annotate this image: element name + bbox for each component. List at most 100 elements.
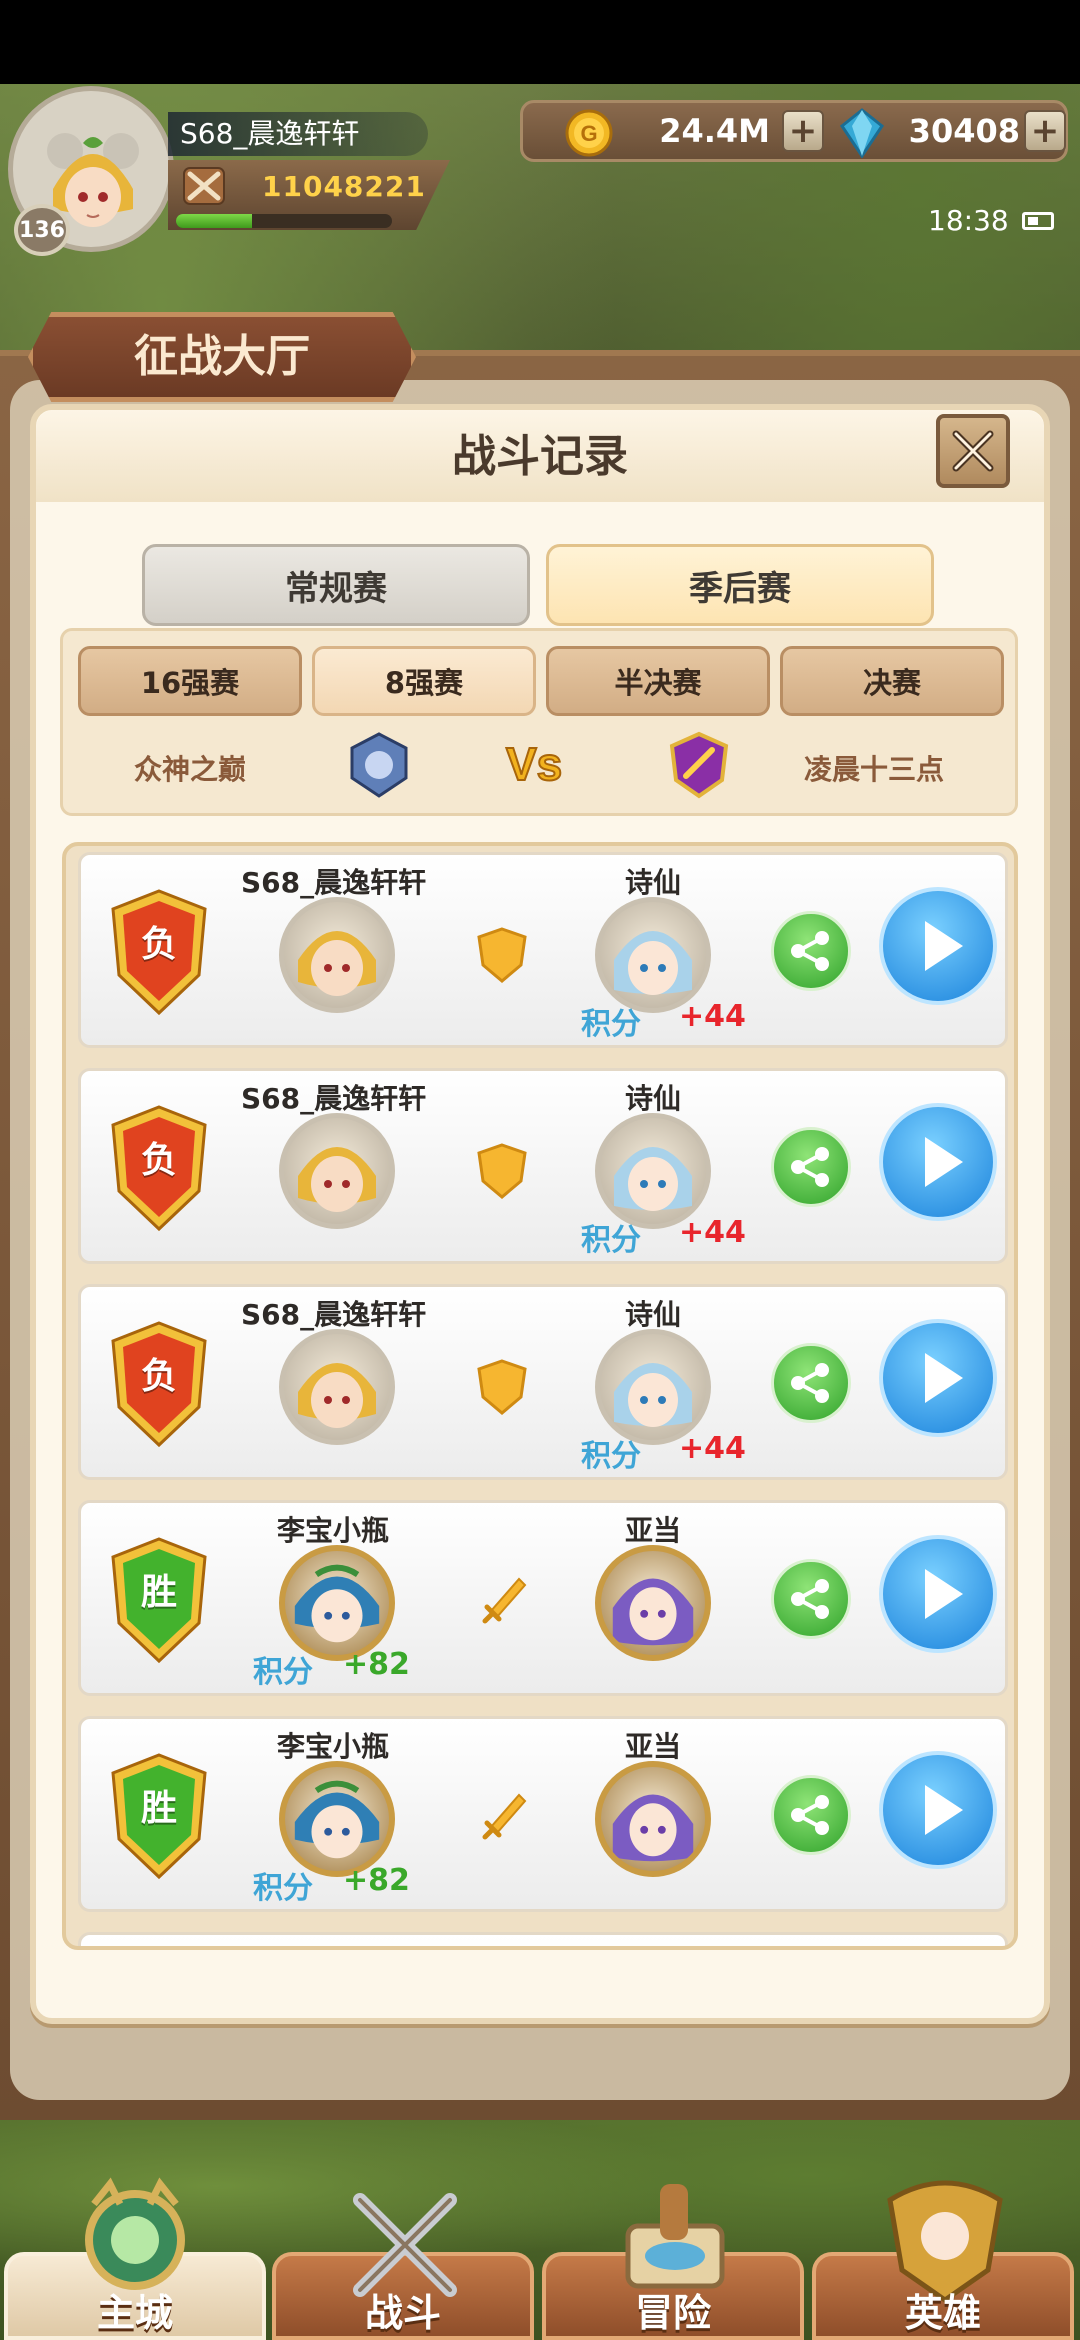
svg-text:G: G — [580, 121, 597, 146]
score-label: 积分 — [253, 1871, 313, 1906]
versus-icon: Vs — [505, 737, 563, 791]
score-value: +82 — [343, 1647, 410, 1682]
score-value: +82 — [343, 1863, 410, 1898]
result-label: 胜 — [140, 1572, 177, 1613]
share-button[interactable] — [771, 911, 851, 991]
exp-bar — [176, 214, 392, 228]
left-player-name: 李宝小瓶 — [277, 1941, 389, 1946]
opponent-portrait-icon — [614, 931, 692, 995]
gold-coin-icon: G — [565, 109, 613, 157]
play-icon — [925, 1569, 963, 1619]
left-player-name: 李宝小瓶 — [277, 1514, 390, 1547]
share-icon — [791, 1795, 829, 1835]
exp-bar-fill — [176, 214, 252, 228]
left-player-avatar[interactable] — [279, 1761, 395, 1877]
play-icon — [925, 1137, 963, 1187]
battle-record-list[interactable]: 负 S68_晨逸轩轩 诗仙 积分 +44 负 S68_晨逸轩轩 诗仙 积分 +4… — [62, 842, 1018, 1950]
share-icon — [791, 1363, 829, 1403]
right-player-avatar[interactable] — [595, 897, 711, 1013]
score-label: 积分 — [253, 1655, 313, 1690]
share-button[interactable] — [771, 1559, 851, 1639]
sword-icon — [482, 1793, 527, 1840]
add-gold-button[interactable]: + — [782, 110, 824, 152]
right-player-name: 亚当 — [625, 1730, 682, 1763]
tab-regular-season[interactable]: 常规赛 — [142, 544, 530, 626]
share-button[interactable] — [771, 1343, 851, 1423]
hall-title: 征战大厅 — [134, 331, 310, 382]
left-player-name: S68_晨逸轩轩 — [241, 866, 427, 899]
left-player-name: S68_晨逸轩轩 — [241, 1082, 427, 1115]
play-icon — [925, 1353, 963, 1403]
modal-title: 战斗记录 — [452, 431, 628, 482]
opponent-portrait-icon — [612, 1578, 694, 1646]
result-label: 负 — [140, 1140, 177, 1181]
left-team-emblem-icon — [350, 732, 408, 798]
defense-shield-icon — [477, 927, 527, 983]
sword-icon — [482, 1577, 527, 1624]
battery-icon — [1022, 212, 1054, 230]
left-player-avatar[interactable] — [279, 897, 395, 1013]
left-team-name: 众神之巅 — [134, 753, 247, 786]
right-player-name: 亚当 — [625, 1514, 682, 1547]
left-player-avatar[interactable] — [279, 1329, 395, 1445]
share-icon — [791, 931, 829, 971]
right-team-name: 凌晨十三点 — [804, 753, 945, 786]
stage-round-of-16[interactable]: 16强赛 — [78, 646, 302, 716]
nav-label-heroes: 英雄 — [904, 2291, 981, 2335]
right-player-avatar[interactable] — [595, 1761, 711, 1877]
defense-shield-icon — [477, 1359, 527, 1415]
stage-quarterfinal[interactable]: 8强赛 — [312, 646, 536, 716]
share-button[interactable] — [771, 1775, 851, 1855]
score-value: +44 — [679, 999, 746, 1034]
opponent-portrait-icon — [294, 1564, 380, 1643]
replay-button[interactable] — [879, 1103, 997, 1221]
score-label: 积分 — [581, 1439, 641, 1474]
left-player-name: 李宝小瓶 — [277, 1730, 390, 1763]
share-icon — [791, 1147, 829, 1187]
opponent-portrait-icon — [294, 1780, 380, 1859]
opponent-portrait-icon — [614, 1363, 692, 1427]
right-player-name: 亚当 — [625, 1941, 681, 1946]
left-player-avatar[interactable] — [279, 1113, 395, 1229]
left-player-avatar[interactable] — [279, 1545, 395, 1661]
right-player-avatar[interactable] — [595, 1329, 711, 1445]
replay-button[interactable] — [879, 1535, 997, 1653]
close-button[interactable] — [936, 414, 1010, 488]
tab-playoffs[interactable]: 季后赛 — [546, 544, 934, 626]
result-label: 负 — [140, 1356, 177, 1397]
right-player-avatar[interactable] — [595, 1113, 711, 1229]
share-icon — [791, 1579, 829, 1619]
result-label: 负 — [140, 924, 177, 965]
opponent-portrait-icon — [612, 1794, 694, 1862]
score-label: 积分 — [581, 1007, 641, 1042]
player-level-badge: 136 — [14, 204, 70, 256]
nav-label-battle: 战斗 — [364, 2291, 441, 2335]
nav-label-adventure: 冒险 — [634, 2291, 711, 2335]
right-player-avatar[interactable] — [595, 1545, 711, 1661]
player-portrait-icon — [298, 931, 376, 996]
right-player-name: 诗仙 — [625, 1082, 682, 1115]
share-button[interactable] — [771, 1127, 851, 1207]
battle-record-row: 胜 李宝小瓶 亚当 积分 +82 — [78, 1716, 1008, 1912]
stage-final[interactable]: 决赛 — [780, 646, 1004, 716]
battle-record-row: 李宝小瓶 亚当 — [78, 1932, 1008, 1946]
gold-amount: 24.4M — [659, 112, 770, 150]
defense-shield-icon — [477, 1143, 527, 1199]
stage-semifinal[interactable]: 半决赛 — [546, 646, 770, 716]
nav-label-city: 主城 — [96, 2291, 173, 2335]
battle-record-row: 负 S68_晨逸轩轩 诗仙 积分 +44 — [78, 1284, 1008, 1480]
result-label: 胜 — [140, 1788, 177, 1829]
replay-button[interactable] — [879, 887, 997, 1005]
close-icon — [952, 430, 994, 472]
status-bar-background — [0, 0, 1080, 84]
score-value: +44 — [679, 1431, 746, 1466]
add-gems-button[interactable]: + — [1024, 110, 1066, 152]
power-value: 11048221 — [262, 170, 426, 203]
play-icon — [925, 1785, 963, 1835]
diamond-gem-icon — [839, 108, 885, 158]
replay-button[interactable] — [879, 1319, 997, 1437]
player-name: S68_晨逸轩轩 — [168, 112, 428, 156]
player-portrait-icon — [298, 1147, 376, 1212]
replay-button[interactable] — [879, 1751, 997, 1869]
right-player-name: 诗仙 — [625, 866, 682, 899]
